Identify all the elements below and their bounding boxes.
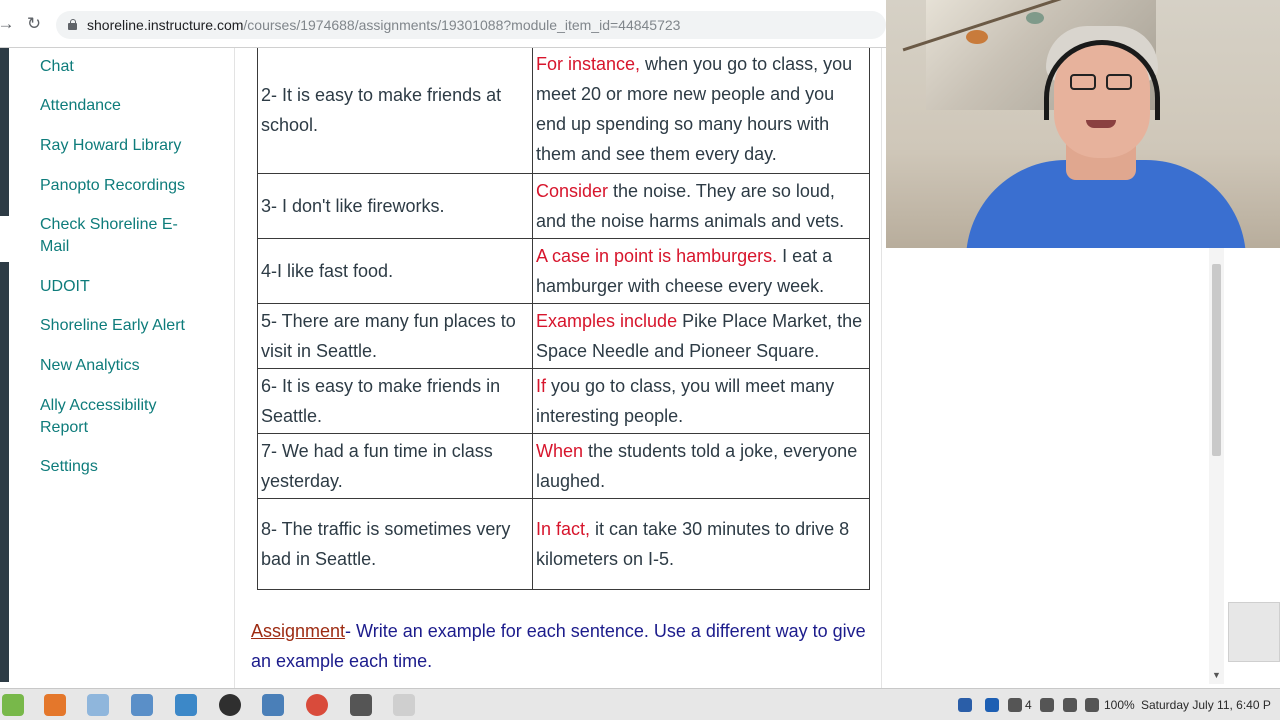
example-cell: Consider the noise. They are so loud, an… xyxy=(532,173,870,239)
sentence-cell: 3- I don't like fireworks. xyxy=(257,173,533,239)
assignment-instructions: Assignment- Write an example for each se… xyxy=(251,616,871,676)
sidebar-item-settings[interactable]: Settings xyxy=(40,456,220,478)
assignment-content: 2- It is easy to make friends at school.… xyxy=(236,48,882,688)
table-row: 3- I don't like fireworks. Consider the … xyxy=(257,173,870,239)
webcam-leaf xyxy=(966,30,988,44)
example-cell: Examples include Pike Place Market, the … xyxy=(532,303,870,369)
example-text: the students told a joke, everyone laugh… xyxy=(536,441,858,491)
sentence-cell: 4-I like fast food. xyxy=(257,238,533,304)
volume-level: 4 xyxy=(1025,698,1032,712)
sidebar-item-chat[interactable]: Chat xyxy=(40,56,220,78)
sidebar-item-udoit[interactable]: UDOIT xyxy=(40,276,220,298)
scroll-down-icon[interactable]: ▼ xyxy=(1210,668,1223,682)
browser-icon[interactable] xyxy=(87,694,109,716)
sidebar-item-ally[interactable]: Ally Accessibility Report xyxy=(40,395,190,439)
example-cell: When the students told a joke, everyone … xyxy=(532,433,870,499)
webcam-video xyxy=(886,0,1280,248)
sidebar-item-email[interactable]: Check Shoreline E-Mail xyxy=(40,214,190,258)
url-text: shoreline.instructure.com/courses/197468… xyxy=(87,17,680,33)
sentence-text: 8- The traffic is sometimes very bad in … xyxy=(261,519,511,569)
transition-phrase: For instance, xyxy=(536,54,641,74)
address-bar[interactable]: shoreline.instructure.com/courses/197468… xyxy=(56,11,886,39)
url-path: /courses/1974688/assignments/19301088?mo… xyxy=(243,17,681,33)
course-navigation: Chat Attendance Ray Howard Library Panop… xyxy=(9,48,235,688)
sentence-cell: 2- It is easy to make friends at school. xyxy=(257,48,533,174)
table-row: 7- We had a fun time in class yesterday.… xyxy=(257,433,870,499)
sidebar-item-attendance[interactable]: Attendance xyxy=(40,95,220,117)
sentence-cell: 7- We had a fun time in class yesterday. xyxy=(257,433,533,499)
network-icon[interactable] xyxy=(1008,698,1022,712)
taskbar: 4 100% Saturday July 11, 6:40 P xyxy=(0,688,1280,720)
side-panel-tab xyxy=(1228,602,1280,662)
example-cell: In fact, it can take 30 minutes to drive… xyxy=(532,498,870,590)
example-cell: For instance, when you go to class, you … xyxy=(532,48,870,174)
transition-phrase: When xyxy=(536,441,584,461)
reload-icon[interactable]: ↻ xyxy=(24,14,44,34)
shield-icon[interactable] xyxy=(958,698,972,712)
sentence-text: 4-I like fast food. xyxy=(261,261,394,281)
table-row: 6- It is easy to make friends in Seattle… xyxy=(257,368,870,434)
transition-phrase: If xyxy=(536,376,547,396)
bluetooth-icon[interactable] xyxy=(985,698,999,712)
sidebar-item-early-alert[interactable]: Shoreline Early Alert xyxy=(40,315,220,337)
examples-table: 2- It is easy to make friends at school.… xyxy=(257,48,870,590)
assignment-label: Assignment xyxy=(251,621,346,641)
webcam-leaf xyxy=(1026,12,1044,24)
screen: → ↻ shoreline.instructure.com/courses/19… xyxy=(0,0,1280,720)
sidebar-item-analytics[interactable]: New Analytics xyxy=(40,355,220,377)
app-icon[interactable] xyxy=(393,694,415,716)
url-host: shoreline.instructure.com xyxy=(87,17,244,33)
transition-phrase: A case in point is hamburgers. xyxy=(536,246,778,266)
example-text: you go to class, you will meet many inte… xyxy=(536,376,835,426)
sentence-text: 7- We had a fun time in class yesterday. xyxy=(261,441,493,491)
sentence-text: 2- It is easy to make friends at school. xyxy=(261,85,502,135)
table-row: 8- The traffic is sometimes very bad in … xyxy=(257,498,870,590)
app-icon[interactable] xyxy=(175,694,197,716)
scrollbar-thumb[interactable] xyxy=(1212,264,1221,456)
sentence-text: 6- It is easy to make friends in Seattle… xyxy=(261,376,501,426)
table-row: 5- There are many fun places to visit in… xyxy=(257,303,870,369)
sentence-cell: 8- The traffic is sometimes very bad in … xyxy=(257,498,533,590)
start-menu-icon[interactable] xyxy=(2,694,24,716)
table-row: 2- It is easy to make friends at school.… xyxy=(257,48,870,174)
sidebar-item-library[interactable]: Ray Howard Library xyxy=(40,135,220,157)
webcam-mouth xyxy=(1086,120,1116,128)
example-cell: If you go to class, you will meet many i… xyxy=(532,368,870,434)
wifi-icon[interactable] xyxy=(1040,698,1054,712)
back-arrow-icon[interactable]: → xyxy=(0,14,16,34)
battery-icon[interactable] xyxy=(1085,698,1099,712)
example-cell: A case in point is hamburgers. I eat a h… xyxy=(532,238,870,304)
music-icon[interactable] xyxy=(1063,698,1077,712)
sentence-text: 5- There are many fun places to visit in… xyxy=(261,311,516,361)
table-row: 4-I like fast food. A case in point is h… xyxy=(257,238,870,304)
lock-icon xyxy=(68,19,77,30)
battery-percent: 100% xyxy=(1104,698,1135,712)
clock[interactable]: Saturday July 11, 6:40 P xyxy=(1141,697,1271,713)
global-nav-strip xyxy=(0,48,9,216)
transition-phrase: Examples include xyxy=(536,311,678,331)
transition-phrase: Consider xyxy=(536,181,609,201)
webcam-app-icon[interactable] xyxy=(350,694,372,716)
global-nav-strip-lower xyxy=(0,262,9,682)
firefox-icon[interactable] xyxy=(44,694,66,716)
sentence-cell: 6- It is easy to make friends in Seattle… xyxy=(257,368,533,434)
app-icon[interactable] xyxy=(219,694,241,716)
document-icon[interactable] xyxy=(262,694,284,716)
chrome-icon[interactable] xyxy=(306,694,328,716)
sentence-text: 3- I don't like fireworks. xyxy=(261,196,445,216)
sidebar-item-panopto[interactable]: Panopto Recordings xyxy=(40,175,220,197)
folder-icon[interactable] xyxy=(131,694,153,716)
transition-phrase: In fact, xyxy=(536,519,591,539)
sentence-cell: 5- There are many fun places to visit in… xyxy=(257,303,533,369)
